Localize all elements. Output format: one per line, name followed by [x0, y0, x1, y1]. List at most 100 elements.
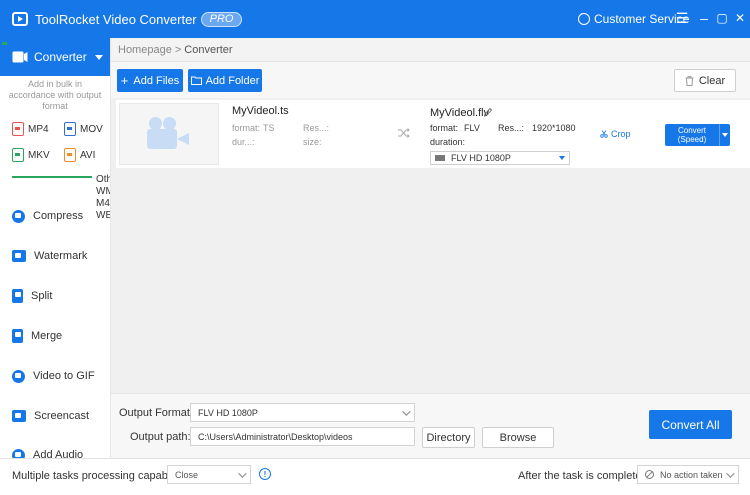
app-logo-icon: [12, 12, 28, 26]
sidebar-item-label: Video to GIF: [33, 370, 95, 382]
source-size-label: size:: [303, 137, 322, 147]
add-files-label: Add Files: [133, 74, 180, 87]
merge-icon: [12, 329, 23, 343]
browse-button[interactable]: Browse: [482, 427, 554, 448]
mkv-file-icon: [12, 148, 24, 162]
add-files-button[interactable]: + Add Files: [117, 69, 183, 92]
format-mkv[interactable]: MKV: [12, 148, 64, 162]
output-res-label: Res...:: [498, 123, 525, 133]
source-duration-label: dur...:: [232, 137, 255, 147]
output-path-value: C:\Users\Administrator\Desktop\videos: [198, 431, 353, 442]
sidebar-item-label: Watermark: [34, 250, 88, 262]
output-path-label: Output path:: [130, 431, 191, 443]
shuffle-icon: [398, 128, 410, 138]
bulk-add-hint: Add in bulk in accordance with output fo…: [8, 79, 102, 111]
output-preset-select[interactable]: FLV HD 1080P: [430, 151, 570, 165]
chevron-down-icon: [402, 406, 411, 416]
output-res-value: 1920*1080: [532, 123, 576, 133]
sidebar: Converter Add in bulk in accordance with…: [0, 38, 111, 458]
screencast-icon: [12, 410, 26, 422]
file-list: MyVideol.ts format: TS Res...: dur...: s…: [111, 98, 750, 393]
info-icon[interactable]: !: [259, 468, 271, 480]
format-label: AVI: [80, 149, 96, 161]
video-icon: [435, 155, 445, 161]
customer-service-button[interactable]: Customer Service: [578, 9, 689, 26]
close-icon: ✕: [734, 11, 746, 25]
output-format-value: FLV: [464, 123, 480, 133]
maximize-button[interactable]: ▢: [714, 10, 730, 26]
format-mov[interactable]: MOV: [64, 122, 110, 136]
convert-speed-button[interactable]: Convert (Speed): [665, 124, 719, 146]
sidebar-item-video-to-gif[interactable]: Video to GIF: [0, 356, 110, 396]
output-preset-value: FLV HD 1080P: [451, 153, 511, 163]
output-format-label: Output Format:: [119, 407, 193, 419]
sidebar-item-split[interactable]: Split: [0, 276, 110, 316]
format-label: MOV: [80, 123, 103, 135]
mov-file-icon: [64, 122, 76, 136]
convert-speed-label: (Speed): [677, 135, 707, 144]
no-action-icon: [645, 470, 654, 479]
format-label: MP4: [28, 123, 49, 135]
pro-badge: PRO: [200, 11, 243, 27]
sidebar-item-watermark[interactable]: Watermark: [0, 236, 110, 276]
chevron-down-icon: [95, 54, 103, 60]
sidebar-item-screencast[interactable]: Screencast: [0, 396, 110, 436]
minimize-button[interactable]: –: [696, 10, 712, 26]
format-shortcuts: MP4 MOV MKV AVI: [0, 112, 110, 162]
chevron-down-icon: [559, 156, 565, 160]
audio-icon: [12, 448, 25, 458]
format-avi[interactable]: AVI: [64, 148, 110, 162]
sidebar-item-label: Screencast: [34, 410, 90, 422]
breadcrumb-home[interactable]: Homepage: [118, 44, 172, 56]
add-folder-label: Add Folder: [205, 74, 260, 87]
sidebar-item-compress[interactable]: Compress: [0, 196, 110, 236]
app-title: ToolRocket Video Converter: [35, 11, 197, 27]
add-folder-button[interactable]: Add Folder: [188, 69, 262, 92]
convert-all-button[interactable]: Convert All: [649, 410, 732, 439]
output-format-select[interactable]: FLV HD 1080P: [190, 403, 415, 422]
edit-pencil-icon[interactable]: [484, 108, 492, 117]
output-duration-label: duration:: [430, 137, 466, 147]
output-settings-panel: Output Format: FLV HD 1080P Output path:…: [111, 393, 750, 458]
source-format-value: TS: [263, 123, 275, 133]
scissors-icon: [600, 130, 608, 138]
minimize-icon: –: [700, 10, 708, 26]
directory-label: Directory: [426, 431, 471, 444]
crop-button[interactable]: Crop: [600, 129, 631, 139]
breadcrumb: Homepage > Converter: [111, 38, 750, 62]
breadcrumb-current: Converter: [184, 43, 233, 56]
close-button[interactable]: ✕: [732, 10, 748, 26]
avi-file-icon: [64, 148, 76, 162]
menu-icon: ☰: [675, 10, 689, 26]
mp4-file-icon: [12, 122, 24, 136]
trash-icon: [685, 75, 694, 86]
clear-button[interactable]: Clear: [674, 69, 736, 92]
title-bar: ToolRocket Video Converter PRO Customer …: [0, 0, 750, 38]
chevron-down-icon: [726, 468, 735, 478]
directory-button[interactable]: Directory: [422, 427, 475, 448]
output-path-field[interactable]: C:\Users\Administrator\Desktop\videos: [190, 427, 415, 446]
sidebar-item-merge[interactable]: Merge: [0, 316, 110, 356]
output-file-name: MyVideol.flv: [430, 107, 490, 119]
menu-button[interactable]: ☰: [674, 10, 690, 26]
convert-options-dropdown[interactable]: [719, 124, 730, 146]
sidebar-item-label: Add Audio: [33, 449, 84, 458]
maximize-icon: ▢: [716, 11, 728, 25]
watermark-icon: [12, 250, 26, 262]
chevron-down-icon: [238, 468, 247, 478]
chat-icon: [578, 9, 590, 25]
output-format-value: FLV HD 1080P: [198, 407, 258, 418]
toolbar: + Add Files Add Folder Clear: [111, 62, 750, 98]
output-format-label: format:: [430, 123, 459, 133]
browse-label: Browse: [499, 431, 537, 444]
sidebar-item-converter[interactable]: Converter: [0, 38, 110, 76]
file-row: MyVideol.ts format: TS Res...: dur...: s…: [116, 100, 750, 168]
format-mp4[interactable]: MP4: [12, 122, 64, 136]
after-task-select[interactable]: No action taken: [637, 465, 739, 484]
status-bar: Multiple tasks processing capability Clo…: [0, 458, 750, 495]
sidebar-item-add-audio[interactable]: Add Audio: [0, 435, 110, 458]
video-thumbnail: [119, 103, 219, 165]
multi-task-select[interactable]: Close: [167, 465, 251, 484]
split-icon: [12, 289, 23, 303]
compress-icon: [12, 209, 25, 223]
